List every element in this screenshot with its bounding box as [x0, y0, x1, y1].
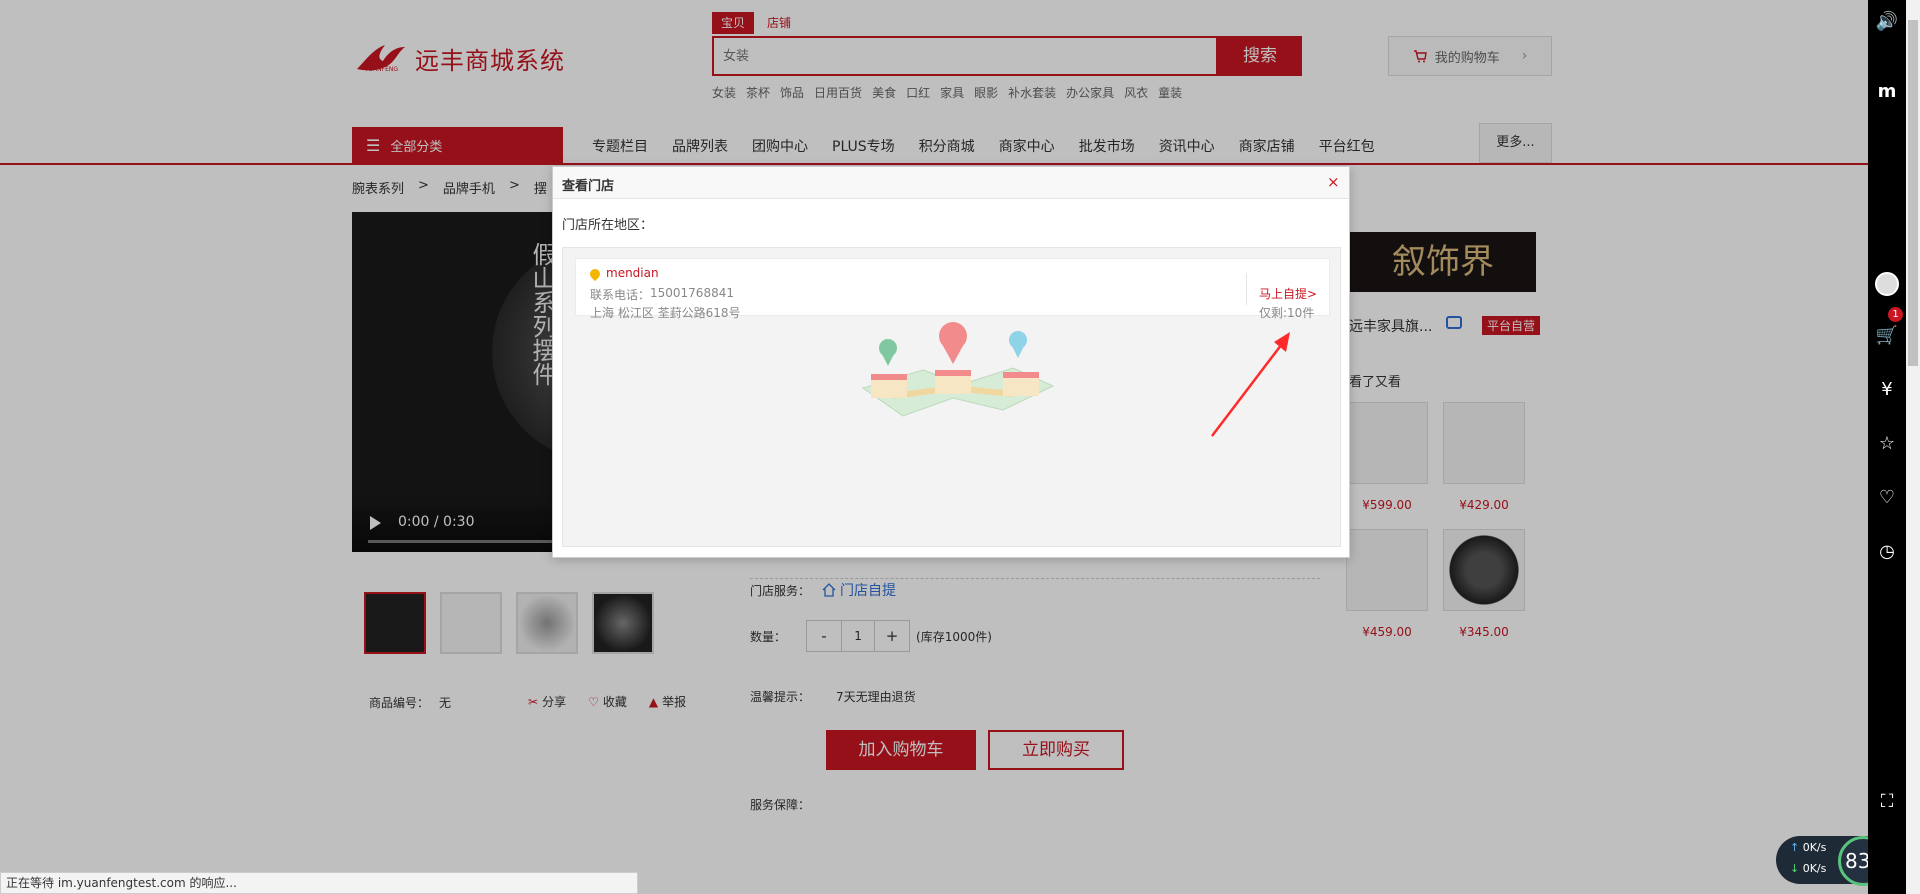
store-region-label: 门店所在地区： — [562, 218, 654, 233]
annotation-arrow-icon — [1211, 332, 1290, 437]
pickup-now-link[interactable]: 马上自提> — [1259, 285, 1317, 302]
store-remaining: 仅剩:10件 — [1259, 306, 1315, 320]
scrollbar-thumb[interactable] — [1908, 20, 1918, 366]
store-name[interactable]: mendian — [606, 266, 659, 280]
heart-icon[interactable]: ♡ — [1868, 484, 1906, 512]
yen-icon[interactable]: ¥ — [1868, 376, 1906, 404]
avatar[interactable] — [1875, 272, 1899, 296]
close-icon[interactable]: × — [1327, 174, 1340, 190]
network-monitor-widget[interactable]: ↑ 0K/s ↓ 0K/s 83% — [1776, 836, 1868, 886]
usage-percent: 83 — [1845, 849, 1868, 873]
modal-title: 查看门店 — [562, 179, 615, 194]
store-phone: 15001768841 — [650, 286, 734, 300]
arrow-up-icon: ↑ — [1790, 841, 1803, 854]
store-phone-label: 联系电话： — [590, 288, 651, 302]
location-pin-icon — [587, 266, 603, 282]
cart-count-badge: 1 — [1888, 307, 1903, 322]
right-toolbar: 🔊 m 🛒 1 ¥ ☆ ♡ ◷ ⛶ — [1868, 0, 1906, 894]
m-icon[interactable]: m — [1868, 78, 1906, 106]
browser-status-bar: 正在等待 im.yuanfengtest.com 的响应... — [0, 872, 638, 894]
map-illustration-icon — [861, 322, 1055, 417]
history-icon[interactable]: ◷ — [1868, 538, 1906, 566]
cart-icon[interactable]: 🛒 — [1868, 322, 1906, 350]
upload-value: 0K/s — [1802, 841, 1827, 854]
modal-header: 查看门店 × — [553, 167, 1349, 199]
upload-speed: ↑ 0K/s — [1790, 841, 1826, 854]
download-value: 0K/s — [1802, 862, 1827, 875]
memory-usage-gauge: 83% — [1838, 836, 1868, 886]
download-speed: ↓ 0K/s — [1790, 862, 1826, 875]
store-card-divider — [1246, 273, 1247, 305]
arrow-down-icon: ↓ — [1790, 862, 1803, 875]
store-address: 上海 松江区 荃葑公路618号 — [590, 306, 741, 320]
scan-icon[interactable]: ⛶ — [1868, 788, 1906, 816]
speaker-icon[interactable]: 🔊 — [1868, 8, 1906, 36]
page: YUANFENG 远丰商城系统 宝贝 店铺 搜索 女装 茶杯 饰品 日用百货 美… — [0, 0, 1868, 894]
store-card[interactable]: mendian 联系电话： 15001768841 上海 松江区 荃葑公路618… — [575, 258, 1330, 320]
star-icon[interactable]: ☆ — [1868, 430, 1906, 458]
